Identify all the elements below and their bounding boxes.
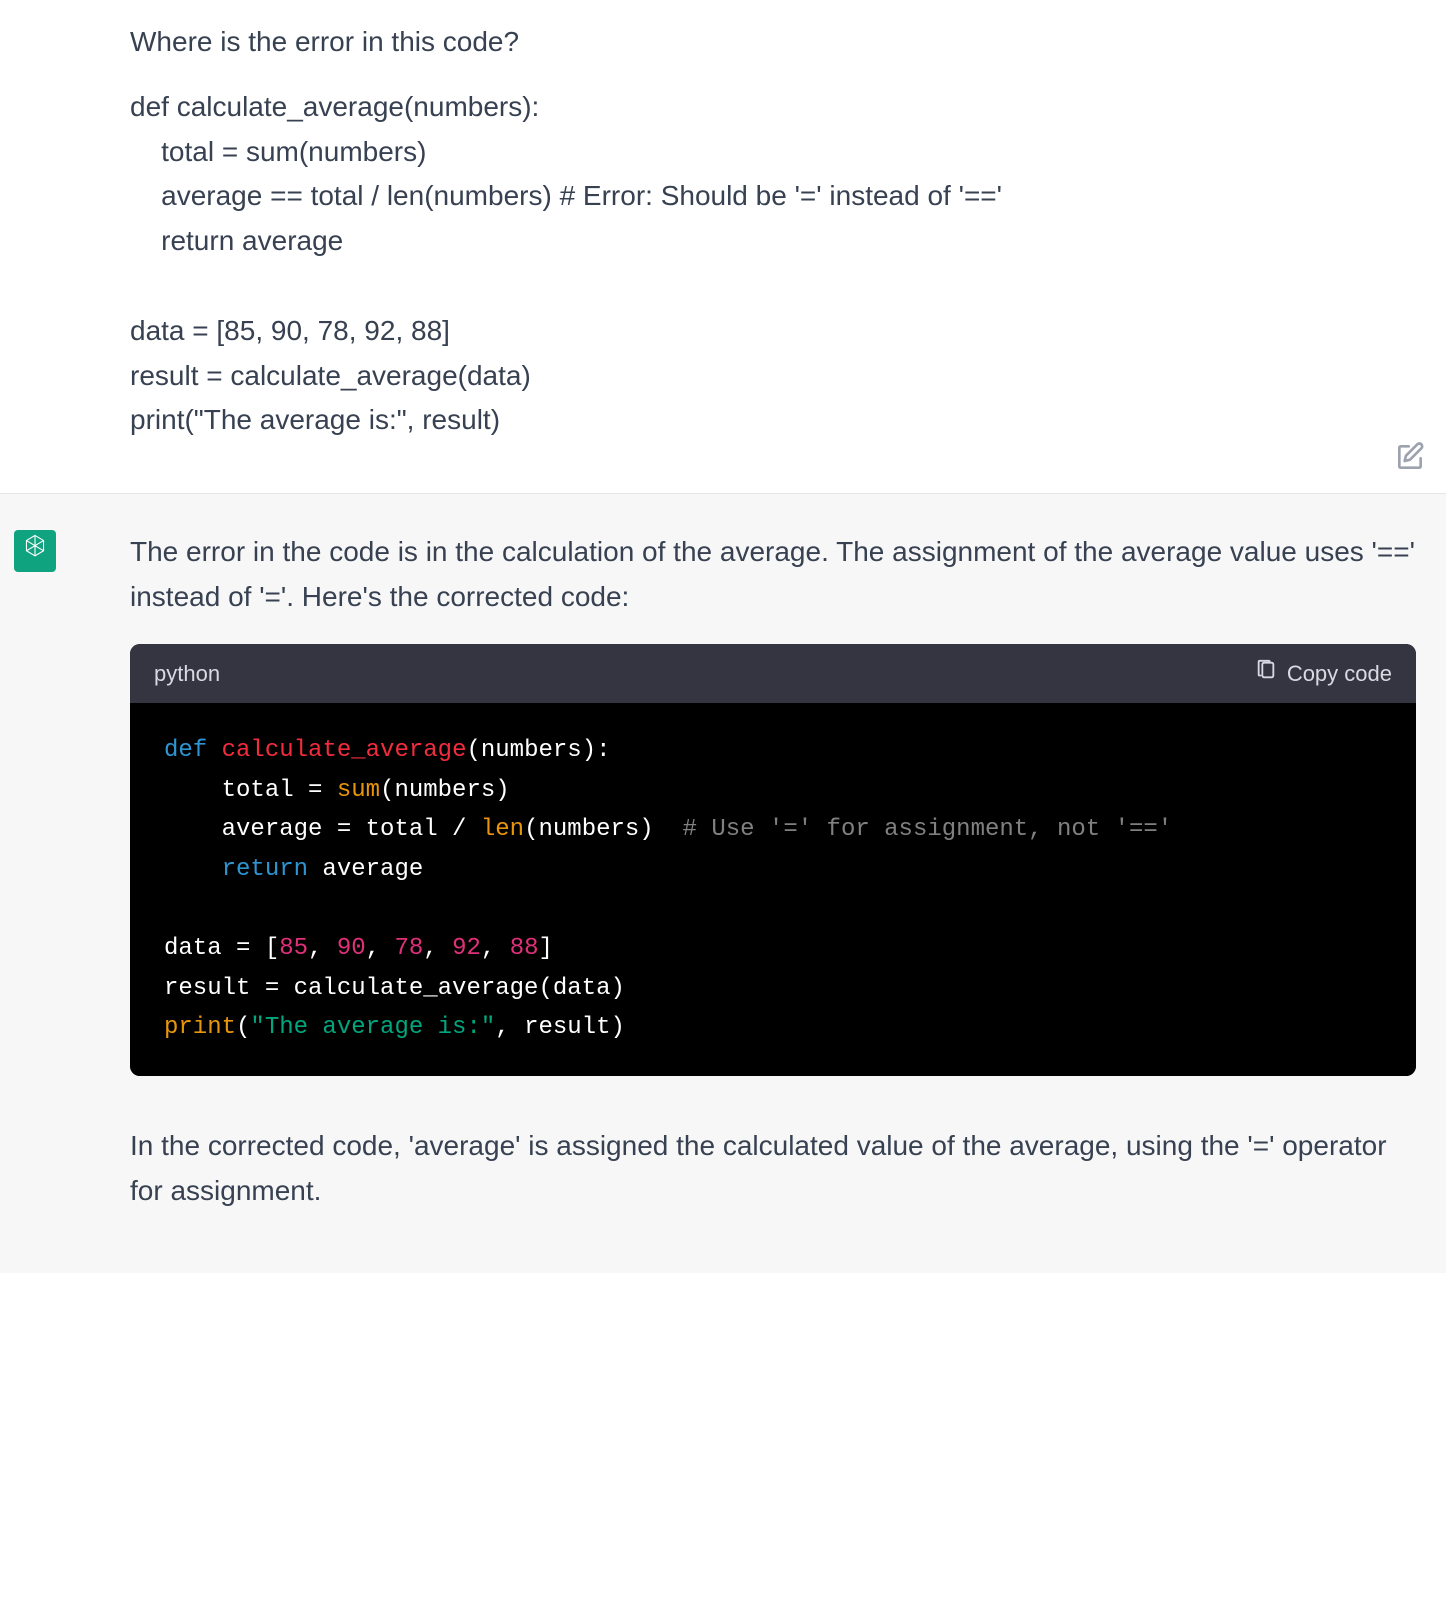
copy-code-label: Copy code xyxy=(1287,656,1392,691)
clipboard-icon xyxy=(1255,656,1277,691)
code-body[interactable]: def calculate_average(numbers): total = … xyxy=(130,703,1416,1076)
code-block: python Copy code def calculate_average(n… xyxy=(130,644,1416,1076)
assistant-intro: The error in the code is in the calculat… xyxy=(130,530,1416,620)
assistant-message: The error in the code is in the calculat… xyxy=(0,493,1446,1273)
edit-icon[interactable] xyxy=(1394,441,1426,473)
assistant-avatar xyxy=(14,530,56,572)
assistant-outro: In the corrected code, 'average' is assi… xyxy=(130,1124,1416,1214)
openai-logo-icon xyxy=(21,529,49,574)
code-language-label: python xyxy=(154,656,220,691)
user-question: Where is the error in this code? xyxy=(130,20,1316,65)
copy-code-button[interactable]: Copy code xyxy=(1255,656,1392,691)
user-code-block: def calculate_average(numbers): total = … xyxy=(130,85,1316,443)
code-header: python Copy code xyxy=(130,644,1416,703)
user-text: Where is the error in this code? def cal… xyxy=(130,20,1316,443)
user-message: Where is the error in this code? def cal… xyxy=(0,0,1446,493)
